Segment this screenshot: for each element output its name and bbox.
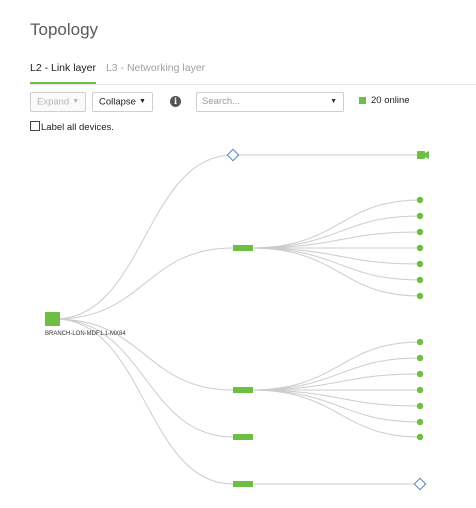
client-node[interactable]: [416, 402, 424, 410]
link: [249, 389, 421, 423]
link: [54, 318, 234, 485]
client-node[interactable]: [416, 196, 424, 204]
client-node[interactable]: [416, 228, 424, 236]
topology-graph: BRANCH-LON-MDF1.1-MX84: [45, 148, 429, 491]
client-node[interactable]: [416, 433, 424, 441]
link: [54, 154, 234, 320]
unknown-device-diamond-icon[interactable]: [413, 477, 427, 491]
link: [249, 231, 421, 249]
client-node[interactable]: [416, 292, 424, 300]
link: [249, 357, 421, 391]
link: [249, 247, 421, 265]
link: [249, 373, 421, 391]
link: [54, 247, 234, 320]
client-node[interactable]: [416, 212, 424, 220]
root-device-label: BRANCH-LON-MDF1.1-MX84: [45, 331, 126, 337]
switch-node[interactable]: [233, 434, 253, 440]
unknown-device-diamond-icon[interactable]: [226, 148, 240, 162]
client-node[interactable]: [416, 370, 424, 378]
client-node[interactable]: [416, 338, 424, 346]
client-node[interactable]: [416, 386, 424, 394]
client-node[interactable]: [416, 354, 424, 362]
link: [249, 389, 421, 407]
switch-node[interactable]: [233, 387, 253, 393]
switch-node[interactable]: [233, 481, 253, 487]
client-node[interactable]: [416, 276, 424, 284]
switch-node[interactable]: [233, 245, 253, 251]
link: [249, 215, 421, 249]
camera-lens-icon: [425, 151, 429, 159]
security-appliance-node[interactable]: [45, 312, 60, 326]
client-node[interactable]: [416, 244, 424, 252]
link: [249, 247, 421, 281]
client-node[interactable]: [416, 260, 424, 268]
client-node[interactable]: [416, 418, 424, 426]
camera-node[interactable]: [417, 151, 425, 159]
link: [54, 318, 234, 391]
